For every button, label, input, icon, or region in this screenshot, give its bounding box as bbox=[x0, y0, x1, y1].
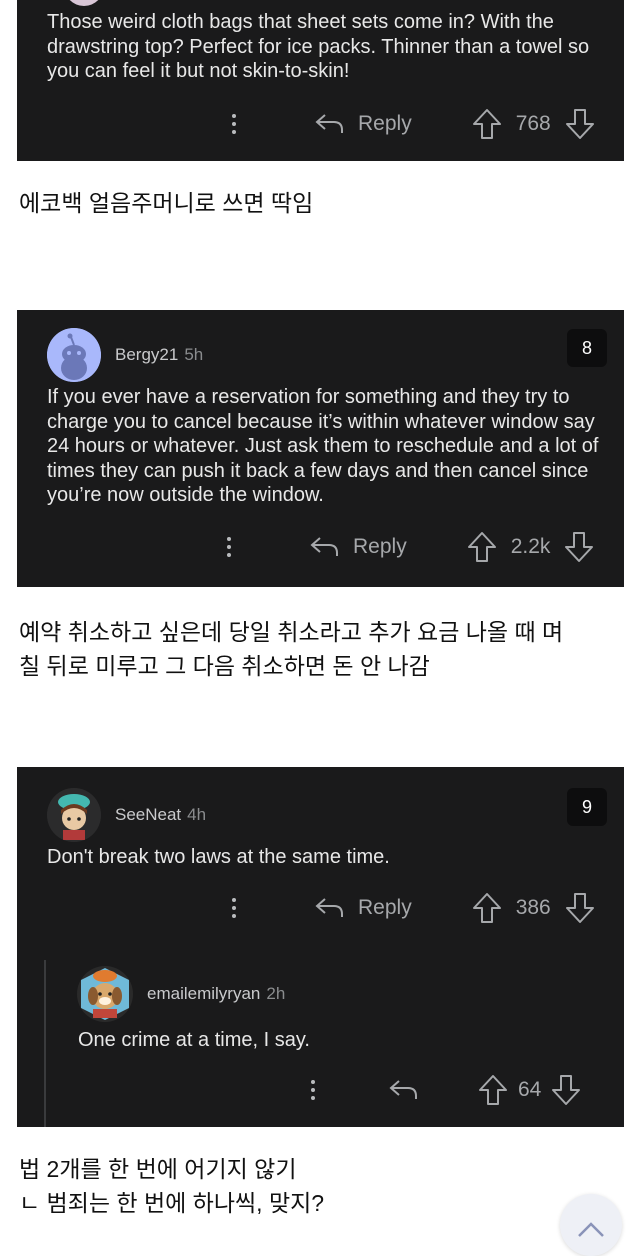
vote-count: 386 bbox=[515, 896, 551, 919]
reply-arrow-icon bbox=[310, 537, 338, 556]
vote-count: 768 bbox=[515, 112, 551, 135]
reply-label: Reply bbox=[358, 896, 412, 919]
downvote-icon[interactable] bbox=[565, 108, 595, 140]
reply-button[interactable]: Reply bbox=[314, 112, 412, 136]
vote-count: 64 bbox=[518, 1078, 542, 1101]
reply-arrow-icon[interactable] bbox=[388, 1079, 418, 1101]
rank-badge: 8 bbox=[567, 329, 607, 367]
comment-body: Don't break two laws at the same time. bbox=[47, 846, 390, 868]
vote-controls: 64 bbox=[478, 1074, 581, 1106]
downvote-icon[interactable] bbox=[565, 892, 595, 924]
rank-badge: 9 bbox=[567, 788, 607, 826]
more-options-icon[interactable] bbox=[229, 898, 239, 918]
username[interactable]: emailemilyryan bbox=[147, 984, 260, 1004]
reply-button[interactable]: Reply bbox=[314, 896, 412, 920]
avatar-partial bbox=[64, 0, 104, 6]
reply-arrow-icon bbox=[315, 114, 343, 133]
caption-1: 에코백 얼음주머니로 쓰면 딱임 bbox=[19, 190, 314, 216]
username[interactable]: Bergy21 bbox=[115, 345, 178, 365]
snoo-avatar-icon bbox=[47, 328, 101, 382]
more-options-icon[interactable] bbox=[229, 114, 239, 134]
comment-body: Those weird cloth bags that sheet sets c… bbox=[47, 11, 590, 82]
character-avatar-icon bbox=[47, 788, 101, 842]
reply-body: One crime at a time, I say. bbox=[78, 1029, 310, 1051]
chevron-up-icon bbox=[578, 1222, 604, 1237]
downvote-icon[interactable] bbox=[551, 1074, 581, 1106]
comment-card-1: Those weird cloth bags that sheet sets c… bbox=[17, 0, 624, 161]
comment-card-2: Bergy21 5h 8 If you ever have a reservat… bbox=[17, 310, 624, 587]
comment-actions: Reply 768 bbox=[229, 104, 595, 144]
scroll-to-top-button[interactable] bbox=[560, 1194, 622, 1256]
avatar[interactable] bbox=[47, 788, 101, 842]
reply-label: Reply bbox=[358, 112, 412, 135]
reply-label: Reply bbox=[353, 535, 407, 558]
timestamp: 5h bbox=[184, 345, 204, 364]
vote-controls: 386 bbox=[472, 892, 595, 924]
upvote-icon[interactable] bbox=[478, 1074, 508, 1106]
reply-arrow-icon bbox=[315, 898, 343, 917]
dog-avatar-icon bbox=[81, 968, 129, 1020]
reply-button[interactable]: Reply bbox=[309, 535, 407, 559]
timestamp: 2h bbox=[266, 984, 286, 1003]
upvote-icon[interactable] bbox=[472, 108, 502, 140]
thread-line[interactable] bbox=[44, 960, 46, 1127]
avatar[interactable] bbox=[77, 966, 133, 1022]
caption-2: 예약 취소하고 싶은데 당일 취소라고 추가 요금 나올 때 며 칠 뒤로 미루… bbox=[19, 619, 564, 679]
downvote-icon[interactable] bbox=[564, 531, 594, 563]
upvote-icon[interactable] bbox=[472, 892, 502, 924]
comment-card-3: SeeNeat 4h 9 Don't break two laws at the… bbox=[17, 767, 624, 1127]
comment-header: Bergy21 5h bbox=[47, 328, 203, 382]
caption-3: 법 2개를 한 번에 어기지 않기 ㄴ 범죄는 한 번에 하나씩, 맞지? bbox=[19, 1156, 325, 1216]
more-options-icon[interactable] bbox=[308, 1080, 318, 1100]
vote-controls: 768 bbox=[472, 108, 595, 140]
more-options-icon[interactable] bbox=[224, 537, 234, 557]
username[interactable]: SeeNeat bbox=[115, 805, 181, 825]
vote-controls: 2.2k bbox=[467, 531, 595, 563]
reply-header: emailemilyryan 2h bbox=[77, 966, 285, 1022]
comment-body: If you ever have a reservation for somet… bbox=[47, 386, 599, 506]
comment-header: SeeNeat 4h bbox=[47, 788, 206, 842]
comment-actions: Reply 2.2k bbox=[224, 527, 594, 567]
upvote-icon[interactable] bbox=[467, 531, 497, 563]
vote-count: 2.2k bbox=[510, 535, 551, 558]
comment-actions: Reply 386 bbox=[229, 888, 595, 928]
timestamp: 4h bbox=[187, 805, 207, 824]
reply-actions: 64 bbox=[308, 1070, 581, 1110]
avatar[interactable] bbox=[47, 328, 101, 382]
